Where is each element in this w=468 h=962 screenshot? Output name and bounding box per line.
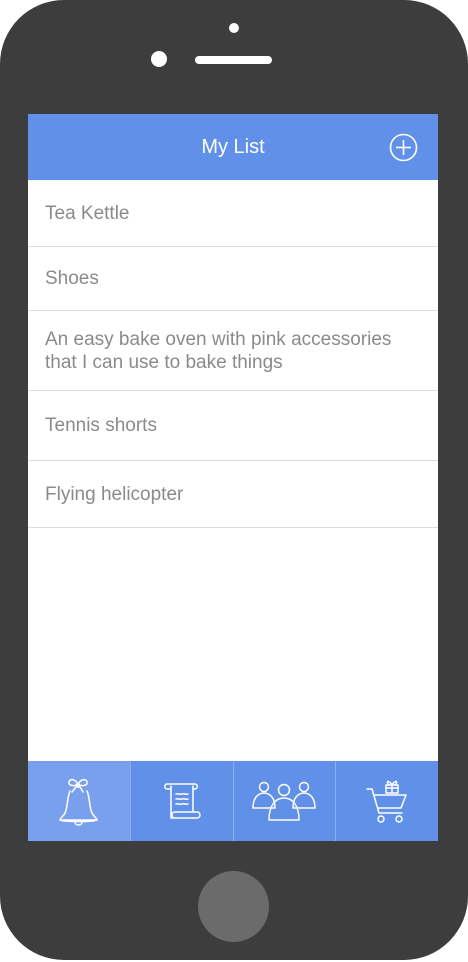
- list-item-label: Flying helicopter: [45, 483, 184, 505]
- plus-circle-icon: [389, 133, 418, 162]
- bell-with-bow-icon: [59, 778, 98, 826]
- tab-lists[interactable]: [129, 761, 233, 841]
- add-item-button[interactable]: [389, 133, 418, 162]
- list-item[interactable]: An easy bake oven with pink accessories …: [28, 311, 438, 391]
- list-item-label: Tea Kettle: [45, 202, 130, 224]
- tab-notifications[interactable]: [28, 761, 130, 841]
- list-item[interactable]: Flying helicopter: [28, 461, 438, 528]
- bottom-tab-bar: [28, 761, 438, 841]
- tab-shopping[interactable]: [335, 761, 438, 841]
- front-camera: [151, 51, 167, 67]
- tab-friends[interactable]: [232, 761, 336, 841]
- list-item-label: Tennis shorts: [45, 415, 157, 436]
- app-screen: My List Tea Kettle Shoes An easy bake ov…: [28, 114, 438, 841]
- people-group-icon: [252, 781, 317, 821]
- list-item-label: Shoes: [45, 268, 99, 289]
- list-item[interactable]: Tea Kettle: [28, 180, 438, 247]
- list-item[interactable]: Tennis shorts: [28, 391, 438, 461]
- home-button[interactable]: [198, 871, 269, 942]
- list-item[interactable]: Shoes: [28, 247, 438, 311]
- app-header: My List: [28, 114, 438, 180]
- wish-list: Tea Kettle Shoes An easy bake oven with …: [28, 180, 438, 528]
- page-title: My List: [201, 136, 265, 158]
- list-item-label: An easy bake oven with pink accessories …: [45, 328, 392, 373]
- sensor-dot: [229, 23, 239, 33]
- phone-frame: My List Tea Kettle Shoes An easy bake ov…: [0, 0, 468, 960]
- earpiece-speaker: [195, 56, 272, 64]
- scroll-list-icon: [163, 783, 201, 819]
- shopping-cart-gift-icon: [366, 780, 407, 823]
